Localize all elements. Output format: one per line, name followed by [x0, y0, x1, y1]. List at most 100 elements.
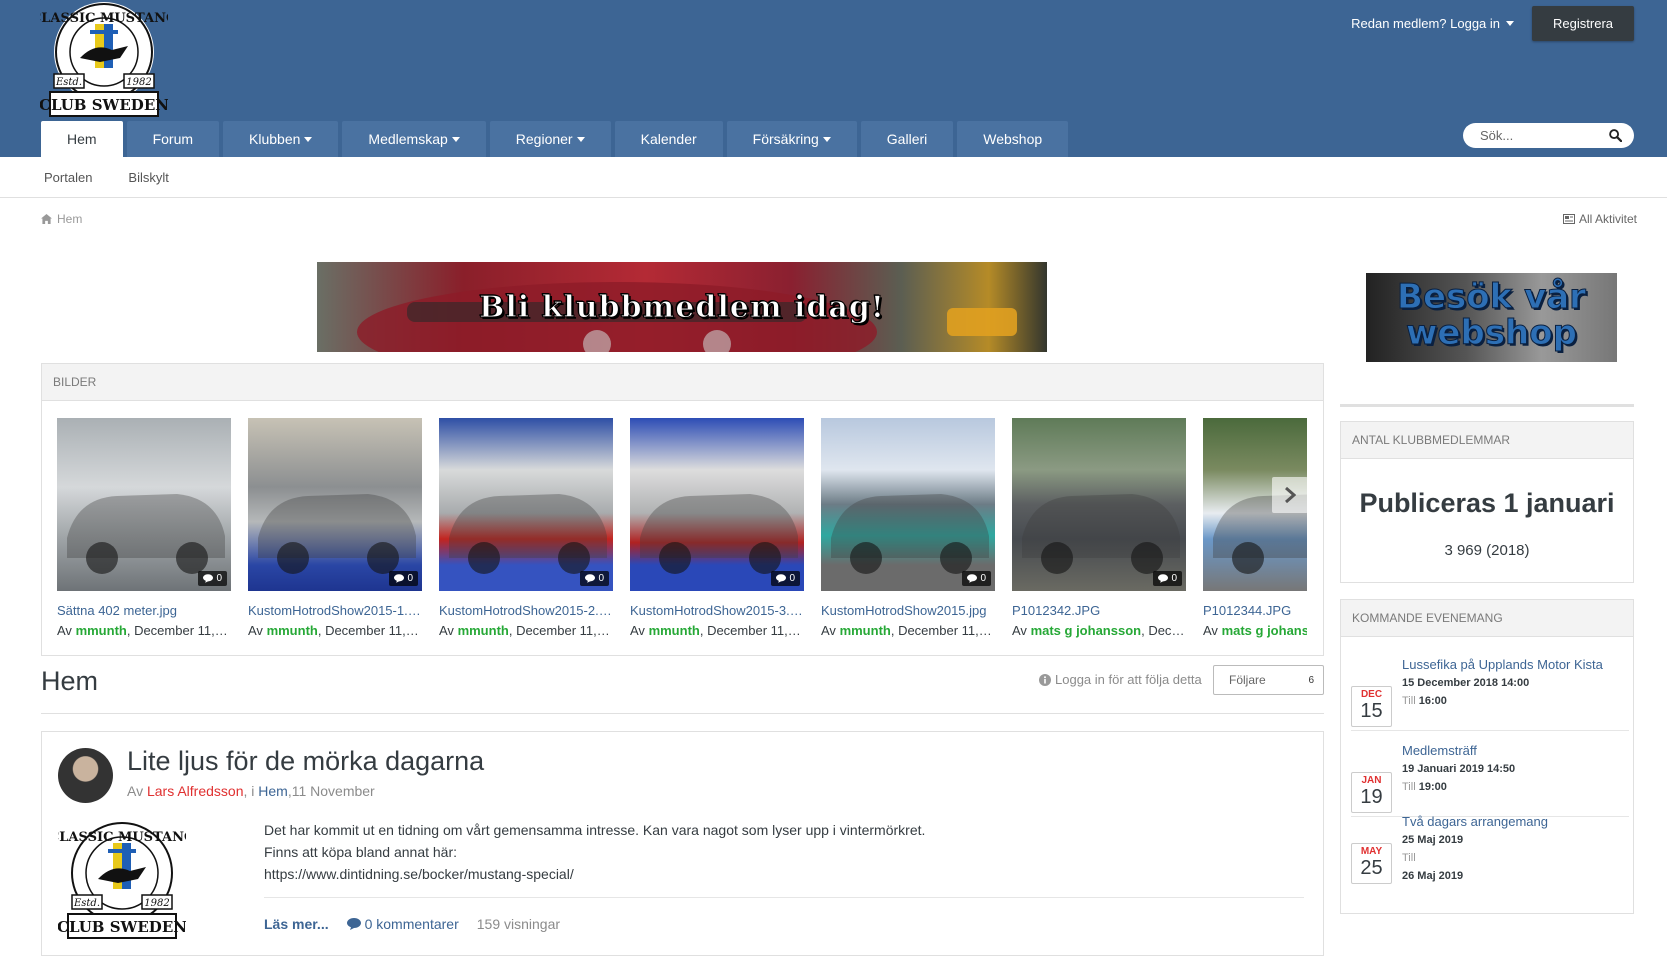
site-header: CLASSIC MUSTANG Estd. 1982 CLUB SWEDEN R…	[0, 0, 1667, 157]
nav-tab-klubben[interactable]: Klubben	[223, 121, 339, 157]
event-till-label: Till	[1402, 695, 1419, 707]
gallery-item[interactable]: 0 P1012342.JPG Av mats g johansson, Decemb…	[1012, 418, 1186, 638]
article-title[interactable]: Lite ljus för de mörka dagarna	[127, 746, 484, 777]
nav-tab-regioner[interactable]: Regioner	[489, 121, 611, 157]
info-icon	[1039, 673, 1051, 686]
gallery-thumbnail[interactable]: 0	[439, 418, 613, 591]
gallery-item-author[interactable]: mats g johansson	[1031, 623, 1142, 638]
gallery-item-title[interactable]: KustomHotrodShow2015-2.jpg	[439, 603, 613, 618]
author-avatar[interactable]	[58, 748, 113, 803]
register-button[interactable]: Registrera	[1532, 6, 1634, 41]
image-carousel: 0 Sättna 402 meter.jpg Av mmunth, December…	[57, 418, 1307, 648]
follow-signin-link[interactable]: Logga in för att följa detta	[1039, 672, 1202, 687]
comments-link[interactable]: 0 kommentarer	[346, 916, 459, 932]
event-start: 15 December 2018 14:00	[1402, 677, 1530, 689]
breadcrumb: Hem	[41, 212, 82, 226]
nav-tab-galleri[interactable]: Galleri	[860, 121, 954, 157]
car-photo	[67, 494, 225, 574]
gallery-item[interactable]: 0P1012344.JPGAv mats g johansson, Decemb…	[1203, 418, 1307, 638]
gallery-item[interactable]: 0 Sättna 402 meter.jpg Av mmunth, December…	[57, 418, 231, 638]
gallery-item-title[interactable]: P1012344.JPG	[1203, 603, 1307, 618]
followers-button[interactable]: Följare 6	[1213, 665, 1324, 695]
members-widget-heading: ANTAL KLUBBMEDLEMMAR	[1341, 422, 1633, 459]
nav-tab-hem[interactable]: Hem	[41, 121, 123, 157]
gallery-item-author[interactable]: mmunth	[649, 623, 700, 638]
article-link[interactable]: https://www.dintidning.se/bocker/mustang…	[264, 863, 1304, 885]
comment-icon	[203, 574, 214, 583]
club-logo[interactable]: CLASSIC MUSTANG Estd. 1982 CLUB SWEDEN	[40, 0, 168, 118]
nav-tab-medlemskap[interactable]: Medlemskap	[342, 121, 486, 157]
gallery-item[interactable]: 0 KustomHotrodShow2015.jpg Av mmunth, Dece…	[821, 418, 995, 638]
all-activity-link[interactable]: All Aktivitet	[1562, 212, 1637, 226]
gallery-thumbnail[interactable]: 0	[821, 418, 995, 591]
nav-tab-webshop[interactable]: Webshop	[957, 121, 1069, 157]
nav-tab-f-rs-kring[interactable]: Försäkring	[726, 121, 857, 157]
webshop-banner[interactable]: Besök vår webshop	[1366, 273, 1617, 362]
gallery-item-title[interactable]: Sättna 402 meter.jpg	[57, 603, 231, 618]
sub-nav: Portalen Bilskylt	[0, 157, 1667, 198]
article-author-link[interactable]: Lars Alfredsson	[147, 783, 244, 799]
svg-text:1982: 1982	[144, 898, 169, 909]
gallery-item[interactable]: 0 KustomHotrodShow2015-2.jpg Av mmunth, De…	[439, 418, 613, 638]
user-links: Redan medlem? Logga in Registrera	[1351, 6, 1634, 41]
search-box[interactable]	[1463, 123, 1634, 148]
read-more-link[interactable]: Läs mer...	[264, 916, 329, 932]
comment-count: 0	[980, 573, 986, 584]
events-widget-heading: KOMMANDE EVENEMANG	[1341, 600, 1633, 637]
nav-tab-kalender[interactable]: Kalender	[614, 121, 723, 157]
svg-text:CLASSIC MUSTANG: CLASSIC MUSTANG	[58, 830, 186, 845]
article-body: Det har kommit ut en tidning om vårt gem…	[264, 819, 1304, 885]
gallery-item-by: Av	[439, 623, 458, 638]
gallery-item-date: , December 11, 2018	[890, 623, 995, 638]
search-input[interactable]	[1480, 128, 1590, 143]
gallery-thumbnail[interactable]: 0	[57, 418, 231, 591]
article-byline: Av Lars Alfredsson, i Hem,11 November	[127, 783, 375, 799]
article-image-logo[interactable]: CLASSIC MUSTANG Estd. 1982 CLUB SWEDEN	[58, 817, 186, 942]
gallery-item-title[interactable]: KustomHotrodShow2015-1.jpg	[248, 603, 422, 618]
carousel-next-button[interactable]	[1272, 477, 1308, 513]
follow-signin-label: Logga in för att följa detta	[1055, 672, 1202, 687]
comment-count-badge: 0	[198, 571, 227, 586]
gallery-item-author[interactable]: mmunth	[458, 623, 509, 638]
event-title[interactable]: Medlemsträff	[1402, 742, 1622, 760]
article-paragraph: Det har kommit ut en tidning om vårt gem…	[264, 822, 926, 838]
breadcrumb-home[interactable]: Hem	[57, 212, 82, 226]
gallery-thumbnail[interactable]: 0	[248, 418, 422, 591]
nav-tab-label: Kalender	[640, 131, 697, 147]
gallery-item-title[interactable]: P1012342.JPG	[1012, 603, 1186, 618]
gallery-item-author[interactable]: mats g johansson	[1222, 623, 1307, 638]
subnav-item-portalen[interactable]: Portalen	[44, 170, 92, 185]
gallery-thumbnail[interactable]: 0	[1012, 418, 1186, 591]
search-icon[interactable]	[1609, 129, 1622, 142]
event-end: 19:00	[1418, 781, 1447, 793]
comment-icon	[346, 918, 361, 930]
event-title[interactable]: Två dagars arrangemang	[1402, 813, 1622, 831]
gallery-item-author[interactable]: mmunth	[76, 623, 127, 638]
comment-count-badge: 0	[962, 571, 991, 586]
subnav-item-bilskylt[interactable]: Bilskylt	[128, 170, 168, 185]
comment-count-badge: 0	[1153, 571, 1182, 586]
gallery-thumbnail[interactable]: 0	[630, 418, 804, 591]
event-start: 19 Januari 2019 14:50	[1402, 763, 1516, 775]
article-category-link[interactable]: Hem	[258, 783, 288, 799]
event-till: Till 19:00	[1402, 778, 1622, 796]
comment-count-badge: 0	[580, 571, 609, 586]
nav-tab-forum[interactable]: Forum	[126, 121, 220, 157]
gallery-item-author[interactable]: mmunth	[840, 623, 891, 638]
byline-in: , i	[243, 783, 259, 799]
comment-count: 0	[216, 573, 222, 584]
webshop-banner-text: Besök vår webshop	[1366, 279, 1617, 352]
gallery-item[interactable]: 0 KustomHotrodShow2015-3.jpg Av mmunth, De…	[630, 418, 804, 638]
gallery-item-title[interactable]: KustomHotrodShow2015.jpg	[821, 603, 995, 618]
gallery-item-title[interactable]: KustomHotrodShow2015-3.jpg	[630, 603, 804, 618]
members-widget: ANTAL KLUBBMEDLEMMAR Publiceras 1 januar…	[1340, 421, 1634, 583]
gallery-item[interactable]: 0 KustomHotrodShow2015-1.jpg Av mmunth, De…	[248, 418, 422, 638]
gallery-item-meta: Av mmunth, December 11, 2018	[248, 623, 422, 638]
gallery-item-author[interactable]: mmunth	[267, 623, 318, 638]
chevron-right-icon	[1285, 487, 1296, 503]
join-club-banner[interactable]: Bli klubbmedlem idag!	[317, 262, 1047, 352]
signin-link[interactable]: Redan medlem? Logga in	[1351, 16, 1515, 31]
nav-tab-label: Forum	[152, 131, 194, 147]
event-title[interactable]: Lussefika på Upplands Motor Kista	[1402, 656, 1622, 674]
comments-count: 0 kommentarer	[364, 916, 459, 932]
